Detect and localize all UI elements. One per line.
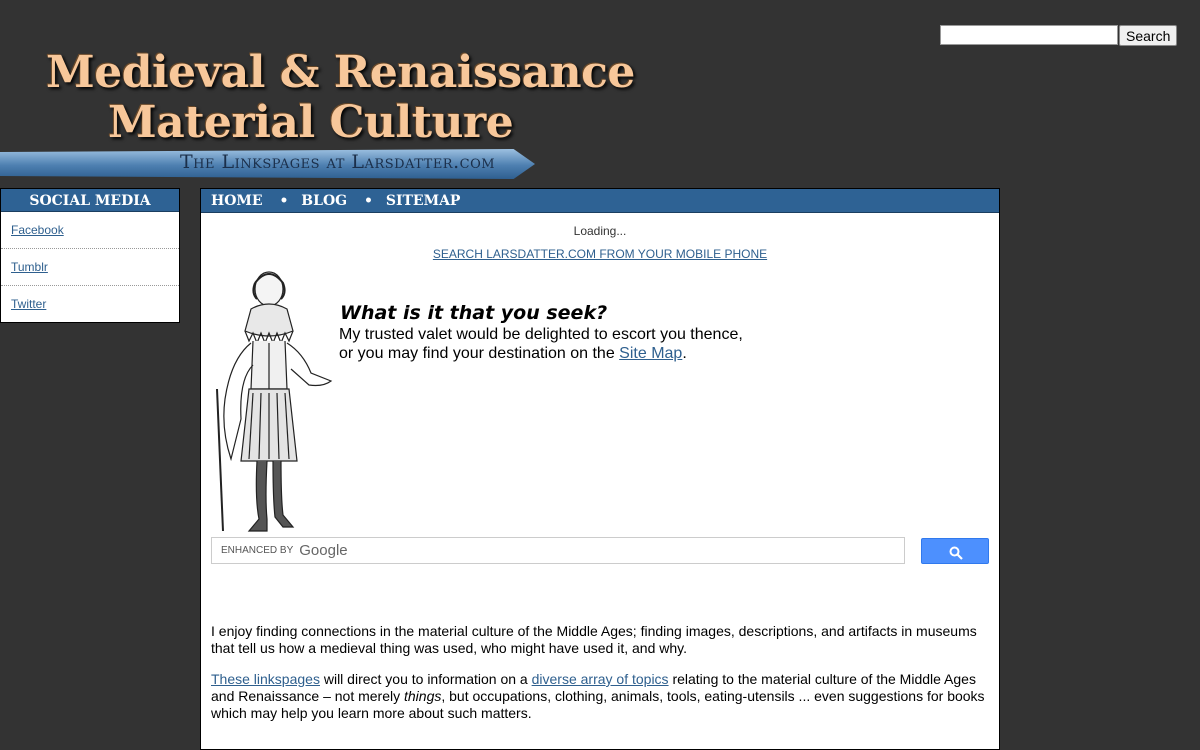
loading-text: Loading... xyxy=(573,224,627,238)
p2-text-1: will direct you to information on a xyxy=(319,671,532,687)
nav-home[interactable]: HOME xyxy=(211,193,263,209)
site-search-button[interactable]: Search xyxy=(1119,25,1178,46)
sidebar-item-twitter: Twitter xyxy=(1,286,179,322)
seek-line2-start: or you may find your destination on the xyxy=(339,345,620,362)
google-search-input[interactable]: ENHANCED BY Google xyxy=(211,537,905,564)
top-nav: HOME • BLOG • SITEMAP xyxy=(201,189,999,213)
site-search-form: Search xyxy=(940,25,1178,46)
logo-title-line2: Material Culture xyxy=(108,97,514,148)
topics-link[interactable]: diverse array of topics xyxy=(532,671,669,687)
seek-line1: My trusted valet would be delighted to e… xyxy=(339,326,743,343)
sidebar-item-facebook: Facebook xyxy=(1,212,179,249)
google-brand: Google xyxy=(299,542,348,559)
nav-sitemap[interactable]: SITEMAP xyxy=(386,193,461,209)
site-search-input[interactable] xyxy=(940,25,1118,45)
seek-description: My trusted valet would be delighted to e… xyxy=(339,325,743,363)
intro-paragraph: I enjoy finding connections in the mater… xyxy=(211,623,977,656)
site-logo[interactable]: Medieval & Renaissance Material Culture … xyxy=(0,45,635,183)
google-search-button[interactable] xyxy=(921,538,989,564)
sidebar-title: SOCIAL MEDIA xyxy=(1,189,179,212)
seek-line2-end: . xyxy=(682,345,687,362)
mobile-search-link[interactable]: SEARCH LARSDATTER.COM FROM YOUR MOBILE P… xyxy=(433,247,767,261)
mobile-search-row: SEARCH LARSDATTER.COM FROM YOUR MOBILE P… xyxy=(201,247,999,261)
seek-heading: What is it that you seek? xyxy=(340,302,608,324)
logo-subtitle: The Linkspages at Larsdatter.com xyxy=(180,151,496,173)
valet-illustration xyxy=(216,271,333,532)
magnifier-icon xyxy=(949,546,963,560)
p2-emphasis: things xyxy=(404,688,442,704)
sidebar-item-tumblr: Tumblr xyxy=(1,249,179,286)
nav-separator: • xyxy=(279,193,289,209)
logo-title-line1: Medieval & Renaissance xyxy=(46,47,635,98)
main-content: HOME • BLOG • SITEMAP Loading... SEARCH … xyxy=(200,188,1000,750)
site-map-link[interactable]: Site Map xyxy=(619,345,682,362)
social-media-sidebar: SOCIAL MEDIA Facebook Tumblr Twitter xyxy=(0,188,180,323)
facebook-link[interactable]: Facebook xyxy=(11,223,64,237)
twitter-link[interactable]: Twitter xyxy=(11,297,46,311)
nav-blog[interactable]: BLOG xyxy=(301,193,347,209)
enhanced-by-label: ENHANCED BY xyxy=(221,545,294,556)
linkspages-paragraph: These linkspages will direct you to info… xyxy=(211,671,986,722)
nav-separator: • xyxy=(364,193,373,209)
tumblr-link[interactable]: Tumblr xyxy=(11,260,48,274)
linkspages-link[interactable]: These linkspages xyxy=(211,671,320,687)
